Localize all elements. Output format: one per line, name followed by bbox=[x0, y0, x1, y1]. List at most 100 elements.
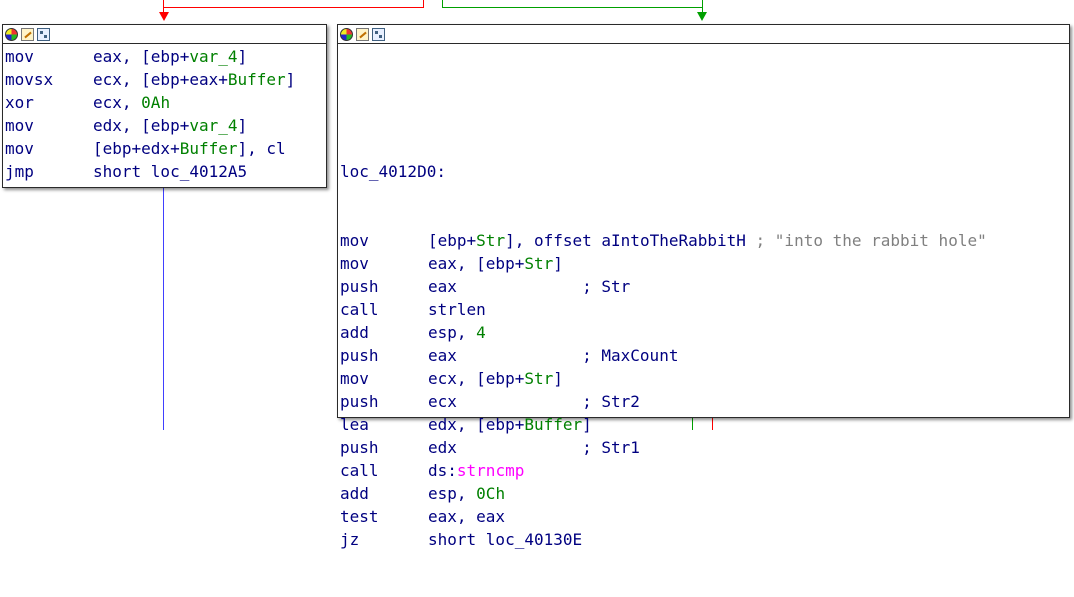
operands: eax ; Str bbox=[428, 277, 630, 296]
operand-symbol[interactable]: 0Ch bbox=[476, 484, 505, 503]
instruction-line[interactable]: lea edx, [ebp+Buffer] bbox=[340, 413, 1069, 436]
mnemonic: mov bbox=[5, 139, 34, 158]
operand-text: ] bbox=[285, 70, 296, 89]
instruction-line[interactable]: push ecx ; Str2 bbox=[340, 390, 1069, 413]
instruction-line[interactable]: push eax ; Str bbox=[340, 275, 1069, 298]
operand-text: ecx, [ebp+ bbox=[428, 369, 525, 388]
code-block-left[interactable]: mov eax, [ebp+var_4] movsx ecx, [ebp+eax+Bu… bbox=[2, 24, 327, 188]
instruction-line[interactable]: mov [ebp+edx+Buffer], cl bbox=[5, 137, 326, 160]
operand-symbol[interactable]: Buffer bbox=[180, 139, 238, 158]
operands: ecx, [ebp+eax+Buffer] bbox=[93, 70, 295, 89]
operands: ds:strncmp bbox=[428, 461, 524, 480]
operands: eax, eax bbox=[428, 507, 505, 526]
mnemonic: mov bbox=[340, 369, 369, 388]
mnemonic: push bbox=[340, 392, 379, 411]
instruction-line[interactable]: xor ecx, 0Ah bbox=[5, 91, 326, 114]
operands: eax ; MaxCount bbox=[428, 346, 678, 365]
graph-overview-icon[interactable] bbox=[37, 27, 50, 41]
unconditional-edge[interactable] bbox=[163, 186, 164, 430]
instruction-line[interactable]: jmp short loc_4012A5 bbox=[5, 160, 326, 183]
false-branch-edge[interactable] bbox=[163, 0, 424, 8]
operand-text: ], cl bbox=[237, 139, 286, 158]
operand-symbol[interactable]: 0Ah bbox=[141, 93, 170, 112]
operand-symbol[interactable]: Str bbox=[524, 369, 553, 388]
operands: [ebp+Str], offset aIntoTheRabbitH ; "int… bbox=[428, 231, 987, 250]
instruction-line[interactable]: push edx ; Str1 bbox=[340, 436, 1069, 459]
color-palette-icon[interactable] bbox=[5, 27, 18, 41]
instruction-line[interactable]: mov eax, [ebp+var_4] bbox=[5, 45, 326, 68]
operand-symbol[interactable]: var_4 bbox=[189, 116, 237, 135]
operands: edx, [ebp+Buffer] bbox=[428, 415, 592, 434]
graph-overview-icon[interactable] bbox=[372, 27, 385, 41]
instruction-line[interactable]: movsx ecx, [ebp+eax+Buffer] bbox=[5, 68, 326, 91]
operands: edx, [ebp+var_4] bbox=[93, 116, 247, 135]
operand-text: strlen bbox=[428, 300, 486, 319]
instruction-line[interactable]: call strlen bbox=[340, 298, 1069, 321]
mnemonic: xor bbox=[5, 93, 34, 112]
operand-text: eax ; MaxCount bbox=[428, 346, 679, 365]
instruction-line[interactable]: jz short loc_40130E bbox=[340, 528, 1069, 551]
operand-text: ] bbox=[237, 47, 248, 66]
operands: edx ; Str1 bbox=[428, 438, 640, 457]
instruction-line[interactable]: mov edx, [ebp+var_4] bbox=[5, 114, 326, 137]
operand-text: ecx ; Str2 bbox=[428, 392, 640, 411]
mnemonic: push bbox=[340, 277, 379, 296]
mnemonic: call bbox=[340, 300, 379, 319]
operand-text: edx, [ebp+ bbox=[93, 116, 190, 135]
true-branch-edge[interactable] bbox=[442, 0, 703, 8]
disassembly-listing: mov eax, [ebp+var_4] movsx ecx, [ebp+eax+Bu… bbox=[3, 44, 326, 183]
instruction-line[interactable]: push eax ; MaxCount bbox=[340, 344, 1069, 367]
operand-text: ], offset aIntoTheRabbitH bbox=[505, 231, 756, 250]
operands: [ebp+edx+Buffer], cl bbox=[93, 139, 286, 158]
operands: esp, 0Ch bbox=[428, 484, 505, 503]
comment[interactable]: ; "into the rabbit hole" bbox=[756, 231, 987, 250]
mnemonic: call bbox=[340, 461, 379, 480]
import-name[interactable]: strncmp bbox=[457, 461, 524, 480]
operands: strlen bbox=[428, 300, 486, 319]
operand-text: short loc_40130E bbox=[428, 530, 583, 549]
instruction-lines: mov [ebp+Str], offset aIntoTheRabbitH ; "… bbox=[340, 229, 1069, 551]
block-titlebar bbox=[338, 25, 1069, 44]
operands: esp, 4 bbox=[428, 323, 486, 342]
instruction-line[interactable]: mov eax, [ebp+Str] bbox=[340, 252, 1069, 275]
operand-symbol[interactable]: Buffer bbox=[228, 70, 286, 89]
rename-icon[interactable] bbox=[356, 27, 369, 41]
mnemonic: jmp bbox=[5, 162, 34, 181]
mnemonic: test bbox=[340, 507, 379, 526]
operand-text: ecx, bbox=[93, 93, 142, 112]
color-palette-icon[interactable] bbox=[340, 27, 353, 41]
mnemonic: mov bbox=[5, 116, 34, 135]
operands: ecx, 0Ah bbox=[93, 93, 170, 112]
instruction-line[interactable]: call ds:strncmp bbox=[340, 459, 1069, 482]
operand-text: ] bbox=[582, 415, 592, 434]
operand-text: short loc_4012A5 bbox=[93, 162, 248, 181]
mnemonic: mov bbox=[340, 231, 369, 250]
operand-text: ] bbox=[237, 116, 248, 135]
instruction-line[interactable]: add esp, 0Ch bbox=[340, 482, 1069, 505]
operand-symbol[interactable]: 4 bbox=[476, 323, 486, 342]
code-label[interactable]: loc_4012D0: bbox=[340, 160, 1069, 183]
operand-text: ecx, [ebp+eax+ bbox=[93, 70, 228, 89]
mnemonic: push bbox=[340, 346, 379, 365]
false-branch-arrowhead bbox=[159, 12, 169, 21]
operand-text: eax, [ebp+ bbox=[93, 47, 190, 66]
operand-symbol[interactable]: Str bbox=[524, 254, 553, 273]
instruction-line[interactable]: mov [ebp+Str], offset aIntoTheRabbitH ; "… bbox=[340, 229, 1069, 252]
false-branch-edge-stem bbox=[163, 8, 164, 14]
operands: short loc_4012A5 bbox=[93, 162, 247, 181]
operand-text: eax, [ebp+ bbox=[428, 254, 525, 273]
operand-symbol[interactable]: var_4 bbox=[189, 47, 237, 66]
rename-icon[interactable] bbox=[21, 27, 34, 41]
mnemonic: mov bbox=[5, 47, 34, 66]
operand-text: eax, eax bbox=[428, 507, 506, 526]
instruction-line[interactable]: add esp, 4 bbox=[340, 321, 1069, 344]
operands: ecx ; Str2 bbox=[428, 392, 640, 411]
operand-symbol[interactable]: Str bbox=[476, 231, 505, 250]
operands: eax, [ebp+var_4] bbox=[93, 47, 247, 66]
operand-symbol[interactable]: Buffer bbox=[524, 415, 582, 434]
instruction-line[interactable]: mov ecx, [ebp+Str] bbox=[340, 367, 1069, 390]
mnemonic: push bbox=[340, 438, 379, 457]
instruction-line[interactable]: test eax, eax bbox=[340, 505, 1069, 528]
code-block-loc_4012D0[interactable]: loc_4012D0: mov [ebp+Str], offset aIntoTh… bbox=[337, 24, 1070, 549]
